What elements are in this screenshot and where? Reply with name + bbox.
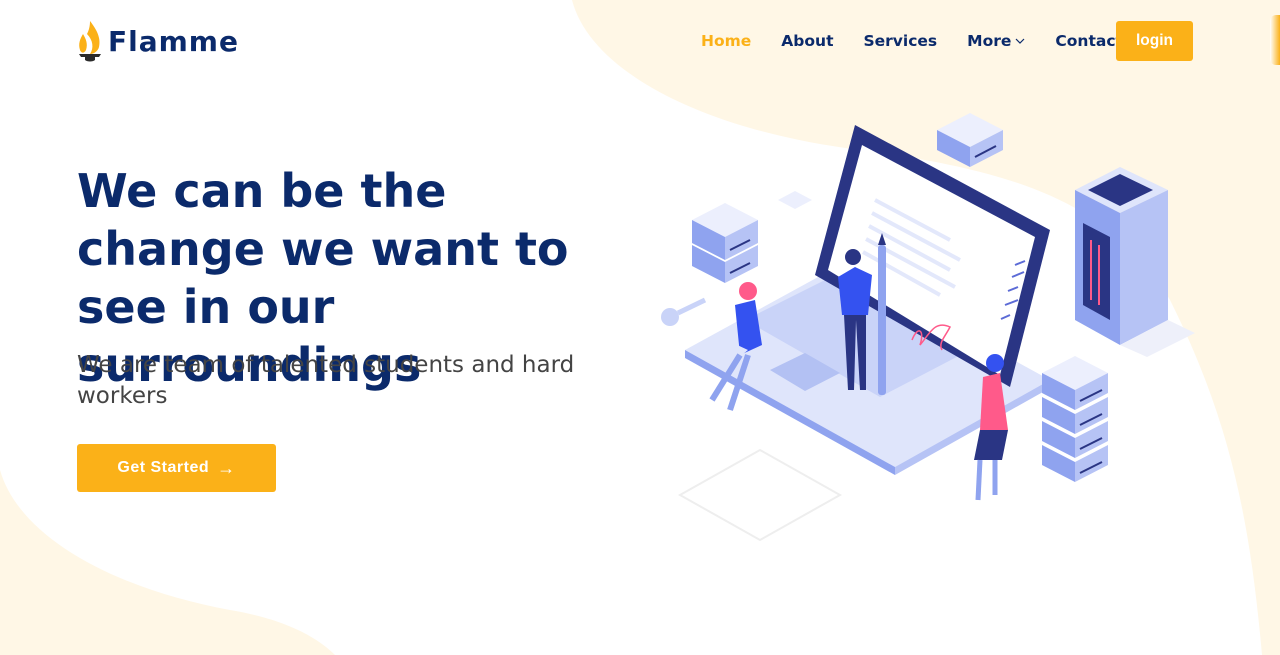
nav-item-about[interactable]: About — [781, 32, 833, 50]
flame-icon — [79, 21, 101, 62]
chevron-down-icon — [1015, 38, 1025, 44]
brand-name: Flamme — [108, 24, 239, 58]
login-button[interactable]: login — [1116, 21, 1193, 61]
nav-item-more-label: More — [967, 32, 1012, 50]
scroll-edge-indicator — [1270, 15, 1280, 65]
nav-item-services[interactable]: Services — [863, 32, 937, 50]
isometric-laptop-team-illustration — [661, 113, 1195, 542]
get-started-label: Get Started — [117, 459, 210, 476]
nav-item-home[interactable]: Home — [701, 32, 751, 50]
nav-item-contact[interactable]: Contact — [1055, 32, 1123, 50]
main-nav: Home About Services More Contact — [690, 21, 1153, 61]
get-started-button[interactable]: Get Started → — [77, 444, 276, 492]
site-header: Flamme Home About Services More Contact … — [0, 0, 1280, 82]
nav-item-more[interactable]: More — [967, 32, 1025, 50]
hero-subtitle: We are team of talented students and har… — [77, 352, 575, 409]
logo[interactable]: Flamme — [77, 20, 239, 62]
arrow-right-icon: → — [217, 457, 236, 478]
landing-page: Flamme Home About Services More Contact … — [0, 0, 1280, 655]
